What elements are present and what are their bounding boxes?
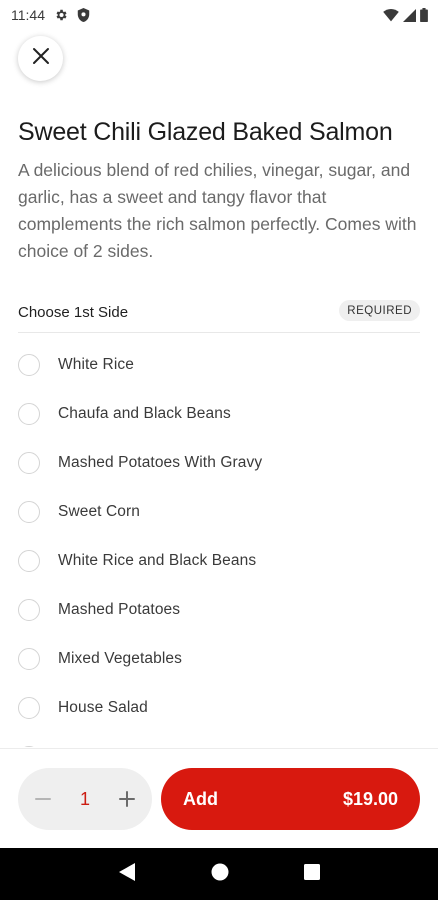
side-option-label: Mixed Vegetables bbox=[58, 649, 182, 667]
close-button[interactable] bbox=[18, 36, 63, 81]
side-option-label: Chaufa and Black Beans bbox=[58, 404, 231, 422]
side-option[interactable]: White Rice bbox=[18, 340, 420, 389]
side-option-label: Mashed Potatoes With Gravy bbox=[58, 453, 263, 471]
side-option-label: White Rice and Black Beans bbox=[58, 551, 257, 569]
side-option[interactable]: Mixed Vegetables bbox=[18, 634, 420, 683]
minus-icon bbox=[35, 798, 51, 800]
radio-button[interactable] bbox=[18, 402, 40, 425]
side-section-header: Choose 1st Side REQUIRED bbox=[18, 300, 420, 333]
radio-button[interactable] bbox=[18, 353, 40, 376]
quantity-value: 1 bbox=[79, 788, 90, 809]
battery-icon bbox=[420, 8, 428, 22]
signal-icon bbox=[403, 8, 416, 22]
back-icon[interactable] bbox=[118, 862, 136, 887]
increment-button[interactable] bbox=[116, 788, 138, 810]
side-option[interactable]: Mashed Potatoes bbox=[18, 585, 420, 634]
close-icon bbox=[32, 47, 50, 70]
side-options-list: White Rice Chaufa and Black Beans Mashed… bbox=[18, 340, 420, 747]
radio-button[interactable] bbox=[18, 598, 40, 621]
side-option-label: House Salad bbox=[58, 698, 148, 716]
side-option-label: Sweet Corn bbox=[58, 502, 140, 520]
radio-button[interactable] bbox=[18, 647, 40, 670]
quantity-stepper: 1 bbox=[18, 768, 152, 830]
recents-icon[interactable] bbox=[304, 863, 321, 885]
side-option[interactable]: White Rice and Black Beans bbox=[18, 536, 420, 585]
required-badge: REQUIRED bbox=[339, 300, 420, 321]
add-button-price: $19.00 bbox=[342, 788, 398, 809]
add-to-cart-button[interactable]: Add $19.00 bbox=[161, 768, 420, 830]
item-title: Sweet Chili Glazed Baked Salmon bbox=[18, 118, 393, 146]
radio-button[interactable] bbox=[18, 696, 40, 719]
add-button-label: Add bbox=[183, 788, 218, 809]
home-icon[interactable] bbox=[211, 863, 229, 886]
shield-icon bbox=[77, 8, 90, 22]
radio-button[interactable] bbox=[18, 451, 40, 474]
side-option[interactable]: Chaufa and Black Beans bbox=[18, 389, 420, 438]
side-option[interactable]: House Salad bbox=[18, 683, 420, 732]
status-time: 11:44 bbox=[11, 7, 45, 23]
status-bar: 11:44 bbox=[0, 0, 438, 30]
system-nav-bar bbox=[0, 848, 438, 900]
decrement-button[interactable] bbox=[32, 788, 54, 810]
side-option-label: White Rice bbox=[58, 355, 134, 373]
settings-icon bbox=[54, 8, 68, 22]
section-title: Choose 1st Side bbox=[18, 304, 129, 321]
radio-button[interactable] bbox=[18, 500, 40, 523]
radio-button[interactable] bbox=[18, 549, 40, 572]
bottom-action-bar: 1 Add $19.00 bbox=[0, 748, 438, 848]
side-option[interactable]: Mashed Potatoes With Gravy bbox=[18, 438, 420, 487]
plus-icon bbox=[118, 791, 135, 807]
side-option-partial[interactable] bbox=[18, 732, 420, 747]
side-option[interactable]: Sweet Corn bbox=[18, 487, 420, 536]
item-description: A delicious blend of red chilies, vinega… bbox=[18, 160, 417, 261]
radio-button[interactable] bbox=[18, 745, 40, 747]
side-option-label: Mashed Potatoes bbox=[58, 600, 181, 618]
wifi-icon bbox=[383, 8, 399, 22]
